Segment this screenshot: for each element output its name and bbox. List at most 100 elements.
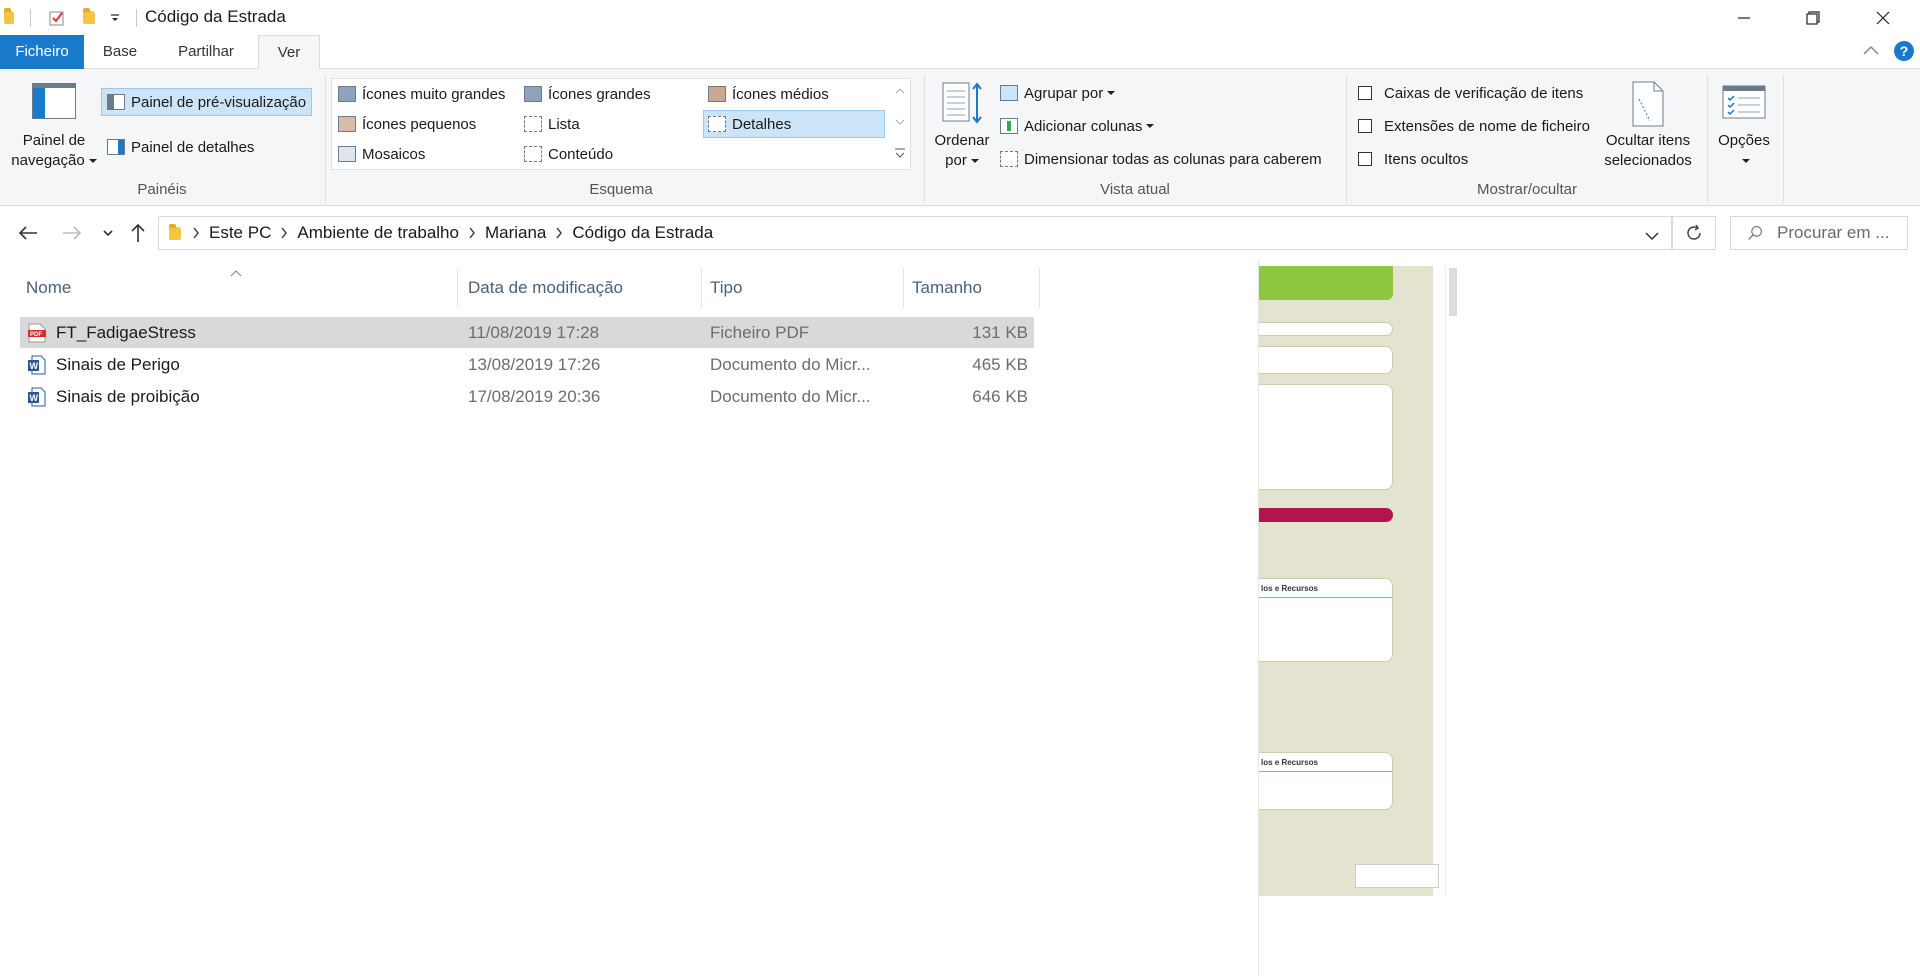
gallery-scroll[interactable] bbox=[890, 79, 910, 169]
folder-icon bbox=[4, 0, 14, 35]
arrow-right-icon bbox=[63, 226, 82, 240]
layout-tiles[interactable]: Mosaicos bbox=[338, 141, 425, 167]
preview-card bbox=[1259, 322, 1393, 336]
group-by-button[interactable]: Agrupar por bbox=[1000, 81, 1116, 105]
address-dropdown-icon[interactable] bbox=[1645, 228, 1659, 245]
recent-locations-button[interactable] bbox=[96, 219, 120, 247]
properties-check-icon[interactable] bbox=[48, 0, 66, 35]
layout-list[interactable]: Lista bbox=[524, 111, 580, 137]
preview-pane-label: Painel de pré-visualização bbox=[131, 93, 307, 111]
add-columns-button[interactable]: Adicionar colunas bbox=[1000, 114, 1155, 138]
group-label-mostrar-ocultar: Mostrar/ocultar bbox=[1476, 181, 1578, 198]
file-name: Sinais de proibição bbox=[56, 387, 200, 406]
tab-ficheiro[interactable]: Ficheiro bbox=[0, 35, 84, 69]
help-icon[interactable]: ? bbox=[1894, 41, 1914, 61]
layout-large-icons[interactable]: Ícones grandes bbox=[524, 81, 651, 107]
large-icons-icon bbox=[524, 86, 542, 102]
sort-by-icon[interactable] bbox=[942, 81, 982, 124]
tiles-icon bbox=[338, 146, 356, 162]
tab-base[interactable]: Base bbox=[90, 35, 150, 69]
back-button[interactable] bbox=[14, 219, 42, 247]
sort-label-1: Ordenar bbox=[934, 132, 990, 149]
collapse-ribbon-icon[interactable] bbox=[1862, 43, 1880, 60]
ribbon-tabs: Ficheiro Base Partilhar Ver ? bbox=[0, 35, 1920, 70]
chevron-down-icon bbox=[103, 230, 113, 237]
forward-button[interactable] bbox=[58, 219, 86, 247]
group-label-vista-atual: Vista atual bbox=[1100, 181, 1170, 198]
hide-selected-icon[interactable] bbox=[1630, 81, 1666, 127]
sort-by-button[interactable]: Ordenar por bbox=[928, 131, 996, 171]
breadcrumb-mariana[interactable]: Mariana bbox=[479, 223, 552, 243]
preview-pane-button[interactable]: Painel de pré-visualização bbox=[101, 88, 313, 116]
address-bar[interactable]: Este PC Ambiente de trabalho Mariana Cód… bbox=[158, 216, 1672, 250]
customize-toolbar-icon[interactable] bbox=[110, 0, 120, 35]
checkbox[interactable] bbox=[1358, 119, 1372, 133]
group-label-paineis: Painéis bbox=[137, 181, 187, 198]
svg-text:W: W bbox=[30, 393, 39, 403]
checkbox[interactable] bbox=[1358, 152, 1372, 166]
preview-scrollbar[interactable] bbox=[1445, 266, 1461, 896]
word-icon: W bbox=[28, 387, 46, 407]
navigation-pane-button[interactable]: Painel de navegação bbox=[8, 131, 100, 171]
up-button[interactable] bbox=[124, 219, 152, 247]
breadcrumb-este-pc[interactable]: Este PC bbox=[203, 223, 277, 243]
fit-columns-button[interactable]: Dimensionar todas as colunas para cabere… bbox=[1000, 147, 1322, 171]
title-bar: Código da Estrada bbox=[0, 0, 1920, 35]
column-header-size[interactable]: Tamanho bbox=[904, 268, 1040, 308]
search-box[interactable] bbox=[1730, 216, 1908, 250]
minimize-button[interactable] bbox=[1709, 0, 1778, 35]
content-icon bbox=[524, 146, 542, 162]
table-row[interactable]: PDF FT_FadigaeStress 11/08/2019 17:28 Fi… bbox=[20, 317, 1034, 348]
arrow-left-icon bbox=[18, 226, 37, 240]
arrow-up-icon bbox=[131, 223, 145, 242]
chevron-right-icon bbox=[465, 227, 479, 239]
restore-icon bbox=[1805, 10, 1820, 25]
hide-selected-button[interactable]: Ocultar itens selecionados bbox=[1590, 131, 1706, 171]
sort-label-2: por bbox=[945, 152, 967, 169]
chevron-right-icon bbox=[552, 227, 566, 239]
checkbox[interactable] bbox=[1358, 86, 1372, 100]
options-icon[interactable] bbox=[1722, 85, 1766, 119]
layout-label: Detalhes bbox=[732, 115, 792, 133]
layout-label: Mosaicos bbox=[362, 145, 426, 163]
document-preview[interactable]: los e Recursos los e Recursos bbox=[1259, 266, 1433, 896]
layout-label: Ícones médios bbox=[732, 85, 829, 103]
table-row[interactable]: W Sinais de Perigo 13/08/2019 17:26 Docu… bbox=[20, 349, 1034, 380]
refresh-button[interactable] bbox=[1672, 216, 1716, 250]
chevron-down-icon bbox=[88, 159, 97, 164]
column-header-date[interactable]: Data de modificação bbox=[460, 268, 702, 308]
column-header-name[interactable]: Nome bbox=[18, 268, 458, 308]
navigation-pane-icon[interactable] bbox=[32, 83, 76, 119]
layout-medium-icons[interactable]: Ícones médios bbox=[708, 81, 829, 107]
layout-content[interactable]: Conteúdo bbox=[524, 141, 613, 167]
file-type: Ficheiro PDF bbox=[710, 323, 810, 342]
breadcrumb-ambiente-de-trabalho[interactable]: Ambiente de trabalho bbox=[291, 223, 465, 243]
add-columns-icon bbox=[1000, 118, 1018, 134]
file-date: 17/08/2019 20:36 bbox=[468, 387, 601, 406]
file-size: 646 KB bbox=[972, 387, 1028, 406]
search-input[interactable] bbox=[1777, 223, 1907, 243]
navigation-bar: Este PC Ambiente de trabalho Mariana Cód… bbox=[0, 206, 1920, 260]
tab-partilhar[interactable]: Partilhar bbox=[162, 35, 250, 69]
close-button[interactable] bbox=[1848, 0, 1917, 35]
restore-button[interactable] bbox=[1778, 0, 1847, 35]
group-by-icon bbox=[1000, 85, 1018, 101]
file-size: 131 KB bbox=[972, 323, 1028, 342]
layout-extra-large-icons[interactable]: Ícones muito grandes bbox=[338, 81, 505, 107]
hidden-items-toggle[interactable]: Itens ocultos bbox=[1358, 147, 1468, 171]
pdf-icon: PDF bbox=[28, 323, 46, 343]
hide-selected-label-2: selecionados bbox=[1604, 152, 1692, 169]
layout-details[interactable]: Detalhes bbox=[703, 110, 885, 138]
file-date: 11/08/2019 17:28 bbox=[468, 323, 600, 342]
options-button[interactable]: Opções bbox=[1710, 131, 1778, 171]
table-row[interactable]: W Sinais de proibição 17/08/2019 20:36 D… bbox=[20, 381, 1034, 412]
breadcrumb-codigo-da-estrada[interactable]: Código da Estrada bbox=[566, 223, 719, 243]
extra-large-icons-icon bbox=[338, 86, 356, 102]
tab-ver[interactable]: Ver bbox=[258, 35, 320, 70]
new-folder-icon[interactable] bbox=[83, 0, 95, 35]
layout-small-icons[interactable]: Ícones pequenos bbox=[338, 111, 476, 137]
details-pane-button[interactable]: Painel de detalhes bbox=[107, 133, 254, 161]
item-checkboxes-toggle[interactable]: Caixas de verificação de itens bbox=[1358, 81, 1583, 105]
file-extensions-toggle[interactable]: Extensões de nome de ficheiro bbox=[1358, 114, 1590, 138]
column-header-type[interactable]: Tipo bbox=[702, 268, 904, 308]
